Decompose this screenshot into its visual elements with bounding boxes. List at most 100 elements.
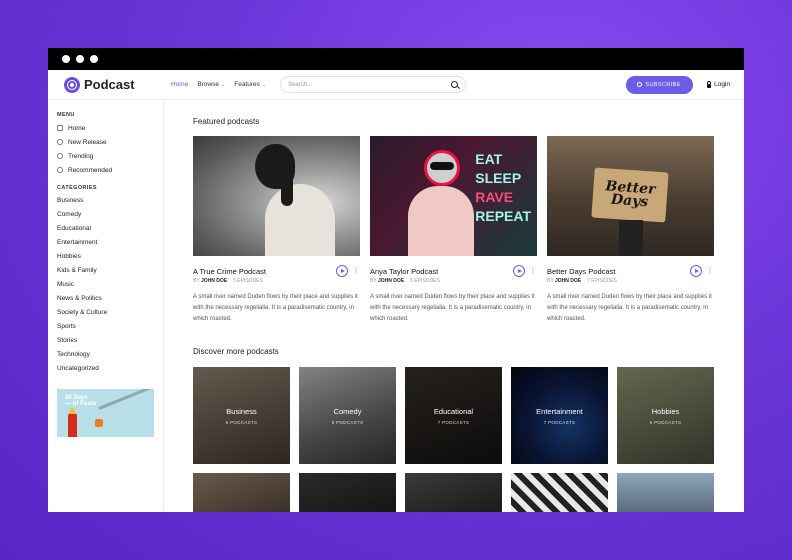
category-entertainment[interactable]: Entertainment (57, 236, 163, 250)
category-card-name: Entertainment (536, 406, 583, 416)
category-card-entertainment[interactable]: Entertainment 7 PODCASTS (511, 367, 608, 464)
ketchup-bottle-image (68, 408, 77, 437)
category-sports[interactable]: Sports (57, 320, 163, 334)
nav-browse[interactable]: Browse ⌄ (197, 81, 225, 88)
category-card[interactable] (511, 473, 608, 512)
byline-by: BY (370, 278, 377, 284)
sidebar-ad-banner[interactable]: 30 Days — of Pasta (57, 389, 154, 437)
featured-list: A True Crime Podcast ⋮ BY JOHN DOE 5 EPI… (193, 136, 733, 325)
podcast-title[interactable]: Anya Taylor Podcast (370, 267, 438, 276)
card-actions: ⋮ (336, 265, 360, 277)
more-options-icon[interactable]: ⋮ (352, 267, 360, 275)
site-header: Podcast Home Browse ⌄ Features ⌄ Search...… (48, 70, 744, 100)
podcast-byline: BY JOHN DOE 7 EPISODES (547, 278, 714, 284)
podcast-cover-image[interactable] (193, 136, 360, 256)
category-card[interactable] (405, 473, 502, 512)
podcast-byline: BY JOHN DOE 5 EPISODES (193, 278, 360, 284)
user-icon (637, 82, 643, 87)
window-dot-minimize[interactable] (76, 55, 84, 63)
search-icon[interactable] (451, 81, 459, 88)
category-hobbies[interactable]: Hobbies (57, 250, 163, 264)
podcast-description: A small river named Duden flows by their… (547, 294, 712, 322)
category-music[interactable]: Music (57, 278, 163, 292)
featured-card: A True Crime Podcast ⋮ BY JOHN DOE 5 EPI… (193, 136, 360, 325)
featured-card: EAT SLEEP RAVE REPEAT Anya Taylor Podcas… (370, 136, 537, 325)
podcast-title[interactable]: Better Days Podcast (547, 267, 615, 276)
categories-heading: CATEGORIES (57, 185, 97, 191)
ad-line-2: — of Pasta (65, 401, 97, 407)
sidebar-item-home[interactable]: Home (57, 121, 163, 135)
category-card[interactable] (299, 473, 396, 512)
category-society-culture[interactable]: Society & Culture (57, 306, 163, 320)
category-card-count: 6 PODCASTS (649, 419, 682, 425)
sidebar-item-trending[interactable]: Trending (57, 149, 163, 163)
nav-features-label: Features (234, 81, 260, 88)
flame-icon (57, 153, 63, 159)
episode-count: 5 EPISODES (233, 278, 263, 284)
category-comedy[interactable]: Comedy (57, 208, 163, 222)
browser-window: Podcast Home Browse ⌄ Features ⌄ Search...… (48, 48, 744, 512)
globe-icon (57, 167, 63, 173)
food-image (95, 419, 103, 427)
window-titlebar (48, 48, 744, 70)
cover-figure (619, 220, 643, 256)
category-card-hobbies[interactable]: Hobbies 6 PODCASTS (617, 367, 714, 464)
chevron-down-icon: ⌄ (221, 82, 226, 88)
byline-author[interactable]: JOHN DOE (555, 278, 581, 284)
byline-by: BY (193, 278, 200, 284)
byline-author[interactable]: JOHN DOE (378, 278, 404, 284)
neon-line-3: RAVE (475, 189, 514, 205)
category-card-comedy[interactable]: Comedy 8 PODCASTS (299, 367, 396, 464)
podcast-title[interactable]: A True Crime Podcast (193, 267, 266, 276)
category-educational[interactable]: Educational (57, 222, 163, 236)
discover-grid: Business 6 PODCASTS Comedy 8 PODCASTS Ed… (193, 367, 733, 464)
category-news-politics[interactable]: News & Politics (57, 292, 163, 306)
category-technology[interactable]: Technology (57, 348, 163, 362)
subscribe-button[interactable]: SUBSCRIBE (625, 75, 693, 94)
nav-home[interactable]: Home (171, 81, 188, 88)
nav-features[interactable]: Features ⌄ (234, 81, 266, 88)
category-kids-family[interactable]: Kids & Family (57, 264, 163, 278)
category-uncategorized[interactable]: Uncategorized (57, 362, 163, 376)
better-days-sign: Better Days (591, 167, 669, 223)
byline-author[interactable]: JOHN DOE (201, 278, 227, 284)
neon-line-4: REPEAT (475, 208, 531, 224)
search-input[interactable]: Search... (280, 76, 467, 93)
logo-text: Podcast (84, 77, 135, 92)
sidebar-item-recommended[interactable]: Recommended (57, 163, 163, 177)
podcast-cover-image[interactable]: EAT SLEEP RAVE REPEAT (370, 136, 537, 256)
category-card-count: 8 PODCASTS (331, 419, 364, 425)
neon-line-2: SLEEP (475, 170, 522, 186)
logo[interactable]: Podcast (64, 76, 171, 93)
more-options-icon[interactable]: ⋮ (529, 267, 537, 275)
category-card[interactable] (193, 473, 290, 512)
category-card-business[interactable]: Business 6 PODCASTS (193, 367, 290, 464)
login-link[interactable]: Login (706, 80, 730, 88)
category-card[interactable] (617, 473, 714, 512)
byline-by: BY (547, 278, 554, 284)
card-actions: ⋮ (690, 265, 714, 277)
nav-browse-label: Browse (197, 81, 220, 88)
episode-count: 7 EPISODES (587, 278, 617, 284)
category-card-educational[interactable]: Educational 7 PODCASTS (405, 367, 502, 464)
category-business[interactable]: Business (57, 194, 163, 208)
more-options-icon[interactable]: ⋮ (706, 267, 714, 275)
card-meta: Better Days Podcast ⋮ (547, 265, 714, 277)
card-meta: A True Crime Podcast ⋮ (193, 265, 360, 277)
login-label: Login (714, 81, 730, 88)
byline-author-wrap: BY JOHN DOE (370, 278, 404, 284)
sign-line-2: Days (610, 191, 649, 211)
category-stories[interactable]: Stories (57, 334, 163, 348)
category-card-name: Business (226, 406, 257, 416)
play-icon[interactable] (690, 265, 702, 277)
window-dot-close[interactable] (62, 55, 70, 63)
window-dot-maximize[interactable] (90, 55, 98, 63)
play-icon[interactable] (513, 265, 525, 277)
podcast-cover-image[interactable]: Better Days (547, 136, 714, 256)
cover-figure (265, 184, 335, 256)
sidebar: MENU Home New Release Trending Recommend… (48, 100, 164, 512)
play-icon[interactable] (336, 265, 348, 277)
sidebar-item-new-release[interactable]: New Release (57, 135, 163, 149)
sidebar-item-label: Home (68, 124, 86, 132)
lock-icon (706, 80, 712, 88)
